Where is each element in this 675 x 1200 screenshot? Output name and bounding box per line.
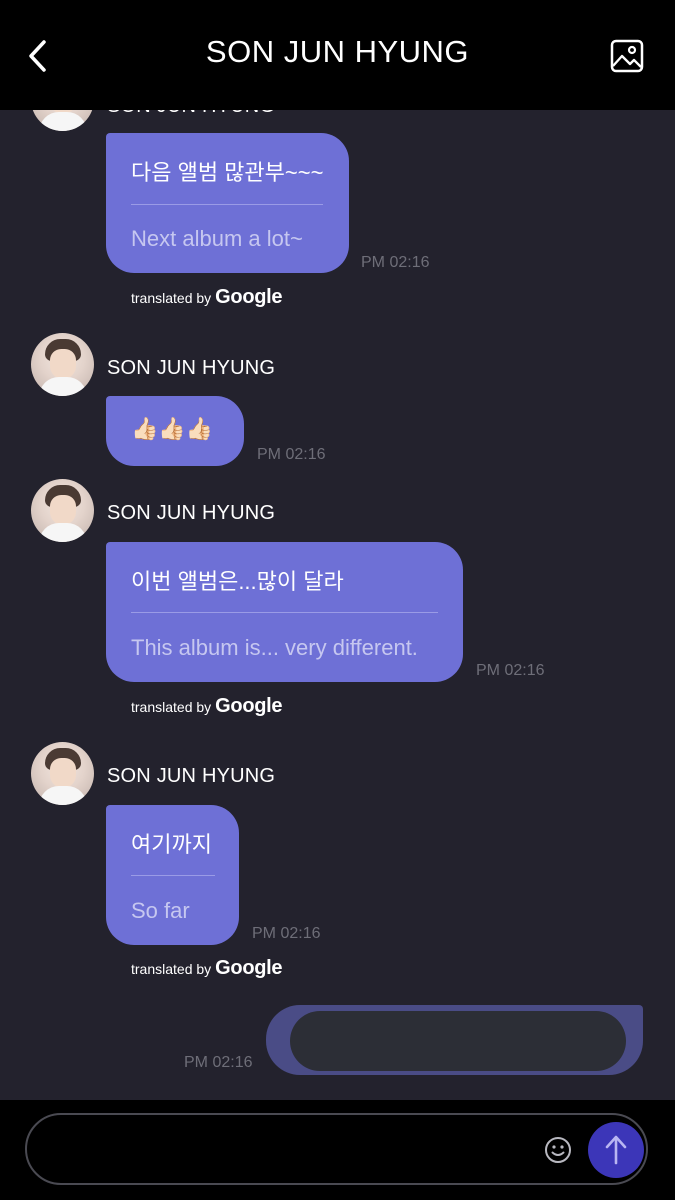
smiley-icon: [545, 1137, 571, 1163]
message-time: PM 02:16: [476, 662, 545, 679]
original-text: 여기까지: [131, 832, 212, 857]
message-time: PM 02:16: [257, 446, 326, 463]
avatar[interactable]: [31, 333, 94, 396]
chat-area[interactable]: SON JUN HYUNG 다음 앨범 많관부~~~ Next album a …: [0, 0, 675, 1100]
google-logo: Google: [215, 957, 283, 979]
top-bar: SON JUN HYUNG: [0, 0, 675, 110]
avatar[interactable]: [31, 742, 94, 805]
emoji-button[interactable]: [543, 1135, 573, 1165]
translated-text: This album is... very different.: [131, 635, 418, 660]
translated-by-label: translated by: [131, 290, 212, 306]
avatar[interactable]: [31, 479, 94, 542]
sender-name: SON JUN HYUNG: [107, 357, 276, 379]
chat-title: SON JUN HYUNG: [205, 34, 470, 69]
message-time: PM 02:16: [252, 925, 321, 942]
message-time: PM 02:16: [361, 254, 430, 271]
translation-credit: translated by Google: [131, 957, 283, 980]
redacted-content: [290, 1011, 626, 1071]
my-message-bubble[interactable]: [266, 1005, 643, 1075]
translated-text: So far: [131, 898, 190, 923]
translated-by-label: translated by: [131, 699, 212, 715]
composer: [0, 1100, 675, 1200]
gallery-button[interactable]: [609, 38, 645, 74]
message-bubble[interactable]: 👍🏻👍🏻👍🏻: [106, 396, 244, 466]
image-icon: [610, 39, 644, 73]
original-text: 이번 앨범은...많이 달라: [131, 569, 344, 594]
translation-credit: translated by Google: [131, 286, 283, 309]
translated-by-label: translated by: [131, 961, 212, 977]
translation-credit: translated by Google: [131, 695, 283, 718]
message-bubble[interactable]: 여기까지 So far: [106, 805, 239, 945]
translated-text: Next album a lot~: [131, 226, 303, 251]
original-text: 다음 앨범 많관부~~~: [131, 160, 324, 185]
divider: [131, 612, 438, 613]
my-message-time: PM 02:16: [184, 1054, 253, 1071]
send-button[interactable]: [588, 1122, 644, 1178]
message-bubble[interactable]: 이번 앨범은...많이 달라 This album is... very dif…: [106, 542, 463, 682]
google-logo: Google: [215, 695, 283, 717]
emoji-text: 👍🏻👍🏻👍🏻: [131, 417, 214, 442]
google-logo: Google: [215, 286, 283, 308]
divider: [131, 204, 323, 205]
arrow-up-icon: [605, 1135, 627, 1165]
sender-name: SON JUN HYUNG: [107, 765, 276, 787]
sender-name: SON JUN HYUNG: [107, 502, 276, 524]
message-bubble[interactable]: 다음 앨범 많관부~~~ Next album a lot~: [106, 133, 349, 273]
divider: [131, 875, 215, 876]
